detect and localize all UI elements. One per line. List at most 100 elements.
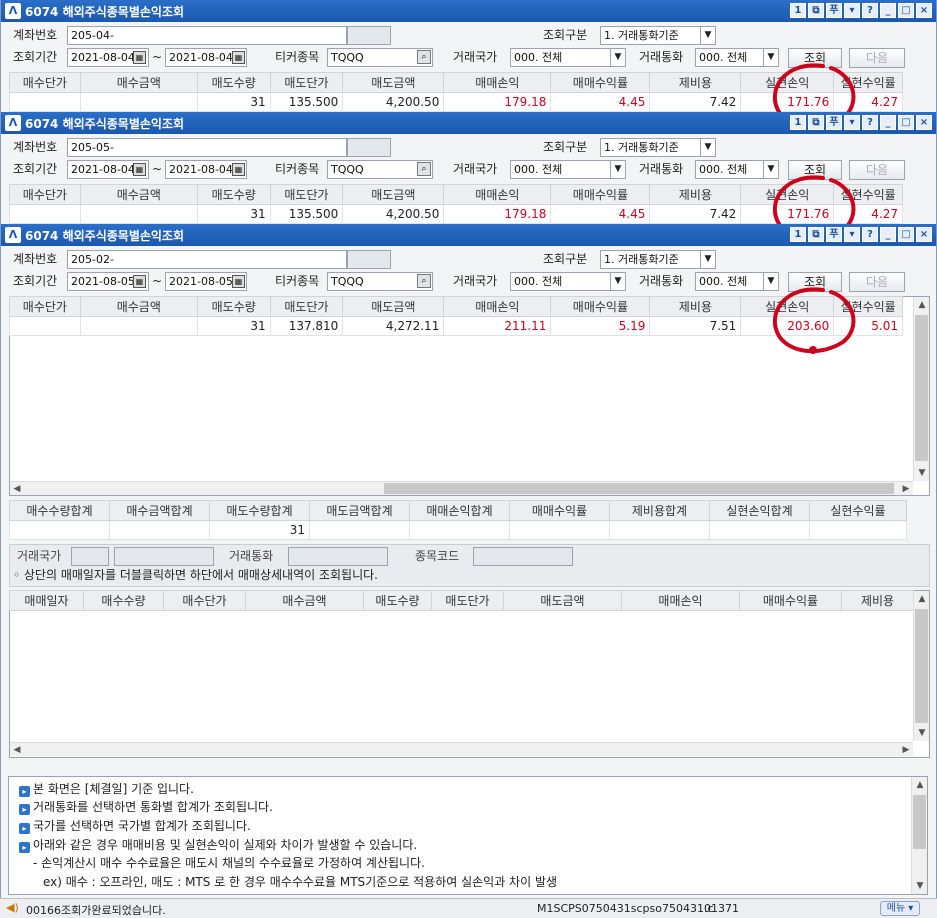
window-number-button[interactable]: 1 — [790, 227, 806, 242]
col-header[interactable]: 매도단가 — [269, 184, 344, 205]
col-header[interactable]: 매도단가 — [269, 296, 344, 317]
col-header[interactable]: 매도단가 — [431, 590, 504, 611]
col-header[interactable]: 제비용 — [649, 72, 742, 93]
col-header[interactable]: 매도수량 — [196, 184, 271, 205]
calendar-icon[interactable]: ▦ — [133, 275, 146, 288]
scroll-thumb[interactable] — [384, 483, 894, 494]
help-icon[interactable]: ? — [862, 227, 878, 242]
col-header[interactable]: 매매손익 — [443, 296, 552, 317]
account-input[interactable]: 205-04- — [67, 26, 347, 45]
menu-button[interactable]: 메뉴 ▾ — [880, 901, 920, 916]
calendar-icon[interactable]: ▦ — [232, 51, 245, 64]
scroll-right-icon[interactable]: ▶ — [899, 482, 913, 496]
notes-vscrollbar[interactable]: ▲ ▼ — [911, 777, 927, 894]
search-button[interactable]: 조회 — [788, 160, 842, 180]
col-header[interactable]: 실현수익률 — [833, 184, 903, 205]
col-header[interactable]: 매도수량 — [196, 72, 271, 93]
col-header[interactable]: 실현수익률 — [833, 296, 903, 317]
col-header[interactable]: 매매수익률 — [550, 296, 651, 317]
country-select[interactable]: 000. 전체 ▼ — [510, 272, 626, 291]
window-number-button[interactable]: 1 — [790, 115, 806, 130]
scroll-up-icon[interactable]: ▲ — [912, 777, 928, 793]
col-header[interactable]: 제비용 — [649, 184, 742, 205]
options-dropdown-icon[interactable]: ▾ — [844, 115, 860, 130]
close-icon[interactable]: × — [916, 115, 932, 130]
col-header[interactable]: 매수금액 — [79, 184, 198, 205]
search-icon[interactable]: ⌕ — [417, 162, 431, 176]
col-header[interactable]: 매수단가 — [9, 72, 81, 93]
col-header[interactable]: 매수단가 — [9, 296, 81, 317]
maximize-icon[interactable]: □ — [898, 3, 914, 18]
options-dropdown-icon[interactable]: ▾ — [844, 3, 860, 18]
col-header[interactable]: 매매손익 — [443, 72, 552, 93]
copy-window-icon[interactable]: ⧉ — [808, 227, 824, 242]
currency-select[interactable]: 000. 전체 ▼ — [695, 48, 779, 67]
col-header[interactable]: 매도금액 — [342, 72, 445, 93]
country-select[interactable]: 000. 전체 ▼ — [510, 48, 626, 67]
col-header[interactable]: 매도수량 — [196, 296, 271, 317]
col-header[interactable]: 실현손익 — [740, 72, 835, 93]
options-dropdown-icon[interactable]: ▾ — [844, 227, 860, 242]
currency-select[interactable]: 000. 전체 ▼ — [695, 160, 779, 179]
col-header[interactable]: 매매손익 — [621, 590, 740, 611]
minimize-icon[interactable]: _ — [880, 227, 896, 242]
search-icon[interactable]: ⌕ — [417, 274, 431, 288]
scroll-up-icon[interactable]: ▲ — [914, 297, 930, 313]
col-header[interactable]: 매도단가 — [269, 72, 344, 93]
col-header[interactable]: 실현손익 — [740, 296, 835, 317]
search-button[interactable]: 조회 — [788, 48, 842, 68]
col-header[interactable]: 매수금액 — [79, 296, 198, 317]
calendar-icon[interactable]: ▦ — [133, 51, 146, 64]
col-header[interactable]: 실현수익률 — [833, 72, 903, 93]
currency-select[interactable]: 000. 전체 ▼ — [695, 272, 779, 291]
scroll-down-icon[interactable]: ▼ — [914, 725, 930, 741]
title-bar[interactable]: Λ 6074 해외주식종목별손익조회 1 ⧉ 푸 ▾? _ □ × — [1, 112, 936, 134]
col-header[interactable]: 매수단가 — [9, 184, 81, 205]
scroll-left-icon[interactable]: ◀ — [10, 482, 24, 496]
scroll-left-icon[interactable]: ◀ — [10, 743, 24, 757]
scroll-thumb[interactable] — [915, 315, 928, 461]
scroll-down-icon[interactable]: ▼ — [914, 465, 930, 481]
next-button[interactable]: 다음 — [849, 48, 905, 68]
col-header[interactable]: 매도수량 — [363, 590, 432, 611]
col-header[interactable]: 매매수익률 — [550, 184, 651, 205]
push-button[interactable]: 푸 — [826, 227, 842, 242]
maximize-icon[interactable]: □ — [898, 227, 914, 242]
result-grid-vscrollbar[interactable]: ▲ ▼ — [913, 297, 929, 481]
scroll-thumb[interactable] — [913, 795, 926, 849]
next-button[interactable]: 다음 — [849, 272, 905, 292]
scroll-thumb[interactable] — [915, 609, 928, 723]
col-header[interactable]: 매매수익률 — [739, 590, 842, 611]
search-icon[interactable]: ⌕ — [417, 50, 431, 64]
scroll-down-icon[interactable]: ▼ — [912, 878, 928, 894]
help-icon[interactable]: ? — [862, 115, 878, 130]
inquiry-type-select[interactable]: 1. 거래통화기준 ▼ — [600, 26, 716, 45]
minimize-icon[interactable]: _ — [880, 115, 896, 130]
next-button[interactable]: 다음 — [849, 160, 905, 180]
account-input[interactable]: 205-02- — [67, 250, 347, 269]
country-select[interactable]: 000. 전체 ▼ — [510, 160, 626, 179]
col-header[interactable]: 매수단가 — [163, 590, 246, 611]
scroll-right-icon[interactable]: ▶ — [899, 743, 913, 757]
col-header[interactable]: 매수금액 — [79, 72, 198, 93]
col-header[interactable]: 매도금액 — [342, 296, 445, 317]
help-icon[interactable]: ? — [862, 3, 878, 18]
copy-window-icon[interactable]: ⧉ — [808, 3, 824, 18]
title-bar[interactable]: Λ 6074 해외주식종목별손익조회 1 ⧉ 푸 ▾? _ □ × — [1, 224, 936, 246]
push-button[interactable]: 푸 — [826, 3, 842, 18]
detail-grid-hscrollbar[interactable]: ◀ ▶ — [10, 742, 913, 756]
col-header[interactable]: 매수수량 — [83, 590, 164, 611]
detail-grid-vscrollbar[interactable]: ▲ ▼ — [913, 591, 929, 741]
table-row[interactable]: 31 135.500 4,200.50 179.18 4.45 7.42 171.76 4.2… — [9, 204, 903, 224]
table-row[interactable]: 31 137.810 4,272.11 211.11 5.19 7.51 203.60 5.0… — [9, 316, 903, 336]
calendar-icon[interactable]: ▦ — [133, 163, 146, 176]
close-icon[interactable]: × — [916, 227, 932, 242]
calendar-icon[interactable]: ▦ — [232, 163, 245, 176]
col-header[interactable]: 제비용 — [841, 590, 914, 611]
search-button[interactable]: 조회 — [788, 272, 842, 292]
col-header[interactable]: 제비용 — [649, 296, 742, 317]
col-header[interactable]: 매수금액 — [245, 590, 364, 611]
account-input[interactable]: 205-05- — [67, 138, 347, 157]
col-header[interactable]: 매매수익률 — [550, 72, 651, 93]
scroll-up-icon[interactable]: ▲ — [914, 591, 930, 607]
